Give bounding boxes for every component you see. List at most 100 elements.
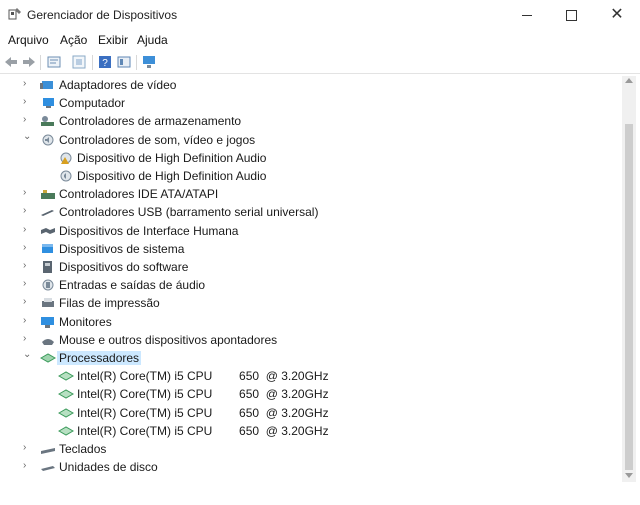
toolbar-separator: [136, 55, 137, 70]
tree-category-row[interactable]: ⌄ Controladores de som, vídeo e jogos: [0, 131, 600, 149]
tree-item-label: Dispositivos de sistema: [59, 241, 185, 256]
tree-item-label: Adaptadores de vídeo: [59, 78, 177, 92]
toolbar-separator: [40, 55, 41, 70]
help-icon[interactable]: ?: [98, 55, 112, 69]
storage-controller-icon: [41, 116, 54, 127]
back-arrow-icon[interactable]: [4, 55, 18, 69]
menu-acao[interactable]: Ação: [60, 33, 87, 47]
audio-device-icon: [60, 170, 72, 182]
tree-category-row[interactable]: › Filas de impressão: [0, 294, 600, 312]
title-bar: Gerenciador de Dispositivos ✕: [0, 0, 640, 30]
svg-text:?: ?: [102, 58, 108, 69]
tree-device-row[interactable]: Intel(R) Core(TM) i5 CPU 650 @ 3.20GHz: [0, 422, 600, 440]
window-title: Gerenciador de Dispositivos: [27, 8, 178, 22]
monitor-icon[interactable]: [142, 55, 156, 69]
menu-ajuda[interactable]: Ajuda: [137, 33, 168, 47]
cpu-icon: [58, 408, 74, 418]
chevron-right-icon[interactable]: ›: [23, 79, 33, 89]
chevron-right-icon[interactable]: ›: [23, 242, 33, 253]
chevron-right-icon[interactable]: ›: [23, 333, 33, 344]
audio-device-warning-icon: [60, 152, 72, 164]
menu-arquivo[interactable]: Arquivo: [8, 33, 49, 47]
tree-category-row[interactable]: › Controladores IDE ATA/ATAPI: [0, 185, 600, 203]
tree-category-row[interactable]: › Computador: [0, 94, 600, 112]
maximize-button[interactable]: [548, 0, 594, 30]
cpu-icon: [58, 371, 74, 381]
view-resources-icon[interactable]: [117, 55, 131, 69]
chevron-right-icon[interactable]: ›: [23, 279, 33, 289]
tree-item-label: Controladores de armazenamento: [59, 114, 242, 129]
chevron-right-icon[interactable]: ›: [23, 461, 33, 471]
chevron-right-icon[interactable]: ›: [23, 97, 33, 107]
tree-item-label: Dispositivo de High Definition Audio: [77, 169, 267, 183]
tree-category-row[interactable]: › Teclados: [0, 440, 600, 458]
tree-device-row[interactable]: Dispositivo de High Definition Audio: [0, 149, 600, 167]
tree-category-row[interactable]: › Monitores: [0, 313, 600, 331]
tree-device-row[interactable]: Intel(R) Core(TM) i5 CPU 650 @ 3.20GHz: [0, 385, 600, 403]
system-device-icon: [42, 243, 53, 253]
minimize-icon: [522, 14, 532, 16]
audio-io-icon: [42, 279, 54, 291]
chevron-right-icon[interactable]: ›: [23, 206, 33, 216]
tree-item-label: Entradas e saídas de áudio: [59, 278, 206, 293]
forward-arrow-icon[interactable]: [22, 55, 36, 69]
chevron-right-icon[interactable]: ›: [23, 115, 33, 125]
sound-icon: [42, 134, 54, 146]
scroll-up-icon[interactable]: [625, 78, 633, 83]
tree-device-row[interactable]: Dispositivo de High Definition Audio: [0, 167, 600, 185]
tree-item-label: Controladores USB (barramento serial uni…: [59, 205, 319, 220]
software-device-icon: [43, 261, 52, 273]
tree-category-row[interactable]: › Dispositivos de sistema: [0, 240, 600, 258]
tree-category-row[interactable]: › Controladores de armazenamento: [0, 112, 600, 130]
chevron-right-icon[interactable]: ›: [23, 297, 33, 307]
tree-category-row[interactable]: › Dispositivos de Interface Humana: [0, 222, 600, 240]
properties-icon[interactable]: [47, 55, 61, 69]
chevron-right-icon[interactable]: ›: [23, 224, 33, 235]
update-driver-icon[interactable]: [72, 55, 86, 69]
disk-drive-icon: [41, 466, 55, 472]
display-adapter-icon: [40, 81, 53, 89]
minimize-button[interactable]: [504, 0, 550, 30]
processor-icon: [40, 353, 56, 363]
tree-item-label: Processadores: [57, 351, 142, 365]
computer-icon: [43, 98, 54, 109]
tree-item-label: Filas de impressão: [59, 296, 160, 311]
scroll-down-icon[interactable]: [625, 473, 633, 478]
tree-item-label: Intel(R) Core(TM) i5 CPU 650 @ 3.20GHz: [77, 423, 329, 438]
tree-category-row[interactable]: › Mouse e outros dispositivos apontadores: [0, 331, 600, 349]
tree-device-row[interactable]: Intel(R) Core(TM) i5 CPU 650 @ 3.20GHz: [0, 404, 600, 422]
chevron-right-icon[interactable]: ›: [23, 261, 33, 271]
tree-item-label: Monitores: [59, 314, 112, 329]
tree-item-label: Controladores IDE ATA/ATAPI: [59, 187, 219, 202]
menu-exibir[interactable]: Exibir: [98, 33, 128, 47]
printer-icon: [42, 298, 54, 308]
vertical-scrollbar[interactable]: [622, 76, 636, 482]
tree-item-label: Intel(R) Core(TM) i5 CPU 650 @ 3.20GHz: [77, 405, 329, 420]
tree-item-label: Unidades de disco: [59, 460, 158, 475]
tree-category-row[interactable]: ⌄ Processadores: [0, 349, 600, 367]
tree-category-row[interactable]: › Unidades de disco: [0, 458, 600, 476]
chevron-right-icon[interactable]: ›: [23, 443, 33, 453]
mouse-icon: [42, 338, 54, 345]
tree-device-row[interactable]: Intel(R) Core(TM) i5 CPU 650 @ 3.20GHz: [0, 367, 600, 385]
ide-controller-icon: [41, 190, 55, 200]
chevron-down-icon[interactable]: ⌄: [23, 350, 33, 360]
cpu-icon: [58, 389, 74, 399]
tree-item-label: Teclados: [59, 442, 107, 456]
maximize-icon: [565, 9, 577, 21]
tree-category-row[interactable]: › Entradas e saídas de áudio: [0, 276, 600, 294]
close-icon: ✕: [610, 6, 624, 23]
close-button[interactable]: ✕: [594, 0, 640, 30]
tree-category-row[interactable]: › Controladores USB (barramento serial un…: [0, 203, 600, 221]
tree-category-row[interactable]: › Dispositivos do software: [0, 258, 600, 276]
scrollbar-thumb[interactable]: [625, 124, 633, 470]
device-tree: › Adaptadores de vídeo › Computador › Control…: [0, 76, 622, 480]
tree-category-row[interactable]: › Adaptadores de vídeo: [0, 76, 600, 94]
chevron-right-icon[interactable]: ›: [23, 188, 33, 198]
keyboard-icon: [41, 448, 55, 454]
monitor-icon: [41, 316, 54, 328]
chevron-down-icon[interactable]: ⌄: [23, 131, 33, 142]
menu-bar: Arquivo Ação Exibir Ajuda: [0, 31, 640, 51]
hid-icon: [41, 227, 55, 234]
chevron-right-icon[interactable]: ›: [23, 315, 33, 326]
